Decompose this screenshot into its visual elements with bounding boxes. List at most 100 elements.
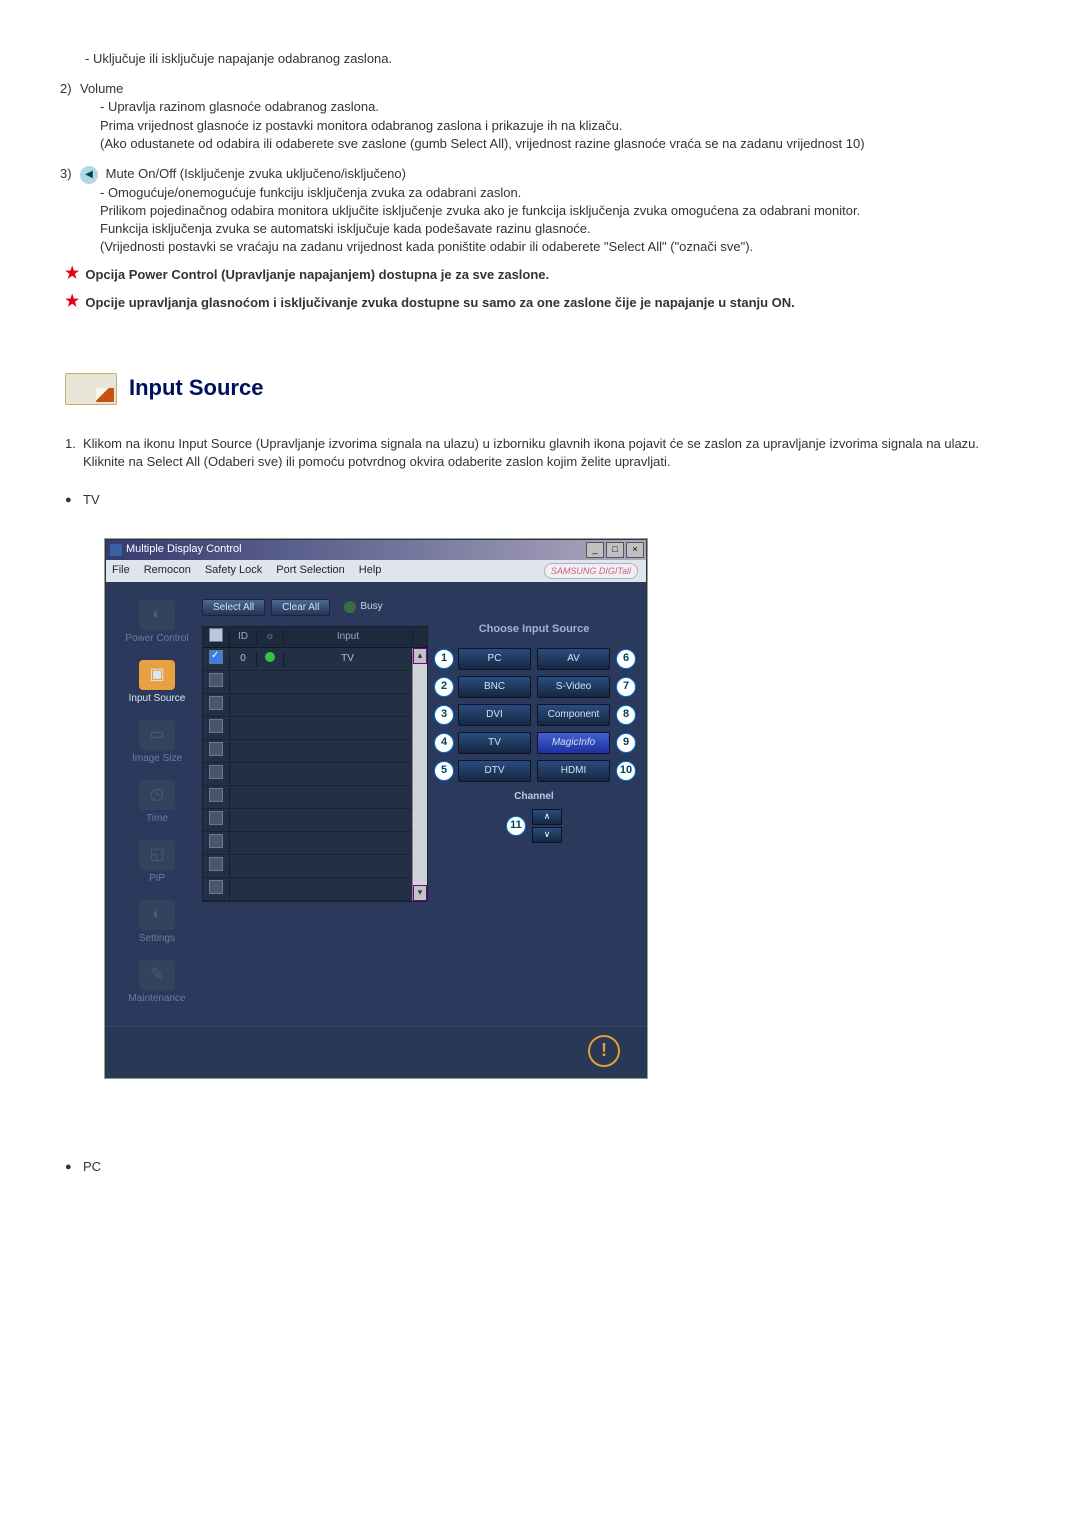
star2-text: Opcije upravljanja glasnoćom i isključiv… (85, 294, 794, 312)
input-dtv-button[interactable]: DTV (458, 760, 531, 782)
sidebar-item-settings[interactable]: ◐Settings (118, 896, 196, 952)
badge-4: 4 (434, 733, 454, 753)
row-checkbox[interactable] (209, 857, 223, 871)
item2-line1: Prima vrijednost glasnoće iz postavki mo… (80, 117, 1015, 135)
menu-safety-lock[interactable]: Safety Lock (205, 563, 262, 578)
row-checkbox[interactable] (209, 788, 223, 802)
badge-9: 9 (616, 733, 636, 753)
input-source-section-icon (65, 373, 117, 405)
row-checkbox[interactable] (209, 673, 223, 687)
app-menubar: File Remocon Safety Lock Port Selection … (106, 560, 646, 582)
sidebar-item-input-source[interactable]: ▣Input Source (118, 656, 196, 712)
section-title: Input Source (129, 373, 263, 404)
badge-8: 8 (616, 705, 636, 725)
select-all-button[interactable]: Select All (202, 599, 265, 616)
maximize-button[interactable]: □ (606, 542, 624, 558)
header-power-icon: ☼ (257, 630, 284, 644)
num-3: 3) (60, 165, 80, 256)
close-button[interactable]: × (626, 542, 644, 558)
table-row[interactable] (203, 855, 412, 878)
table-scrollbar[interactable]: ▴ ▾ (412, 648, 427, 901)
sidebar-item-pip[interactable]: ◱PIP (118, 836, 196, 892)
badge-1: 1 (434, 649, 454, 669)
bullet-tv: TV (83, 491, 100, 509)
brand-logo: SAMSUNG DIGITall (544, 563, 638, 580)
table-row[interactable] (203, 878, 412, 901)
star-icon: ★ (65, 294, 79, 312)
sidebar-item-maintenance[interactable]: ✎Maintenance (118, 956, 196, 1012)
row-checkbox[interactable] (209, 719, 223, 733)
badge-6: 6 (616, 649, 636, 669)
input-tv-button[interactable]: TV (458, 732, 531, 754)
app-window: Multiple Display Control _ □ × File Remo… (105, 539, 647, 1078)
row-checkbox[interactable] (209, 880, 223, 894)
table-row[interactable] (203, 671, 412, 694)
clear-all-button[interactable]: Clear All (271, 599, 330, 616)
table-row[interactable] (203, 763, 412, 786)
badge-11: 11 (506, 816, 526, 836)
badge-10: 10 (616, 761, 636, 781)
table-row[interactable] (203, 694, 412, 717)
channel-down-button[interactable]: ∨ (532, 827, 562, 843)
badge-3: 3 (434, 705, 454, 725)
table-row[interactable] (203, 740, 412, 763)
item3-line2: Funkcija isključenja zvuka se automatski… (80, 220, 1015, 238)
row-checkbox[interactable] (209, 811, 223, 825)
row-checkbox[interactable] (209, 650, 223, 664)
app-icon (110, 544, 122, 556)
sidebar-item-power-control[interactable]: ◐Power Control (118, 596, 196, 652)
input-component-button[interactable]: Component (537, 704, 610, 726)
item3-line3: (Vrijednosti postavki se vraćaju na zada… (80, 238, 1015, 256)
table-row[interactable] (203, 717, 412, 740)
input-hdmi-button[interactable]: HDMI (537, 760, 610, 782)
row-checkbox[interactable] (209, 834, 223, 848)
display-table: ID ☼ Input 0 TV (202, 626, 428, 902)
input-bnc-button[interactable]: BNC (458, 676, 531, 698)
step1-b: Kliknite na Select All (Odaberi sve) ili… (83, 453, 1015, 471)
num-2: 2) (60, 80, 80, 153)
menu-port-selection[interactable]: Port Selection (276, 563, 344, 578)
sidebar-item-time[interactable]: ◷Time (118, 776, 196, 832)
row-checkbox[interactable] (209, 696, 223, 710)
item2-line0: - Upravlja razinom glasnoće odabranog za… (80, 98, 1015, 116)
input-av-button[interactable]: AV (537, 648, 610, 670)
channel-label: Channel (434, 790, 634, 804)
row-input: TV (284, 652, 412, 666)
table-row[interactable] (203, 832, 412, 855)
item3-line1: Prilikom pojedinačnog odabira monitora u… (80, 202, 1015, 220)
app-footer: ! (106, 1026, 646, 1077)
item2-line2: (Ako odustanete od odabira ili odaberete… (80, 135, 1015, 153)
scroll-up-icon[interactable]: ▴ (413, 648, 427, 664)
step1-a: Klikom na ikonu Input Source (Upravljanj… (83, 435, 1015, 453)
power-on-icon (265, 652, 275, 662)
busy-indicator-icon (344, 601, 356, 613)
row-checkbox[interactable] (209, 765, 223, 779)
input-magicinfo-button[interactable]: MagicInfo (537, 732, 610, 754)
window-title: Multiple Display Control (126, 542, 242, 557)
header-checkbox[interactable] (209, 628, 223, 642)
badge-2: 2 (434, 677, 454, 697)
input-pc-button[interactable]: PC (458, 648, 531, 670)
menu-help[interactable]: Help (359, 563, 382, 578)
menu-file[interactable]: File (112, 563, 130, 578)
bullet-icon: ● (65, 491, 83, 509)
row-checkbox[interactable] (209, 742, 223, 756)
minimize-button[interactable]: _ (586, 542, 604, 558)
header-id: ID (230, 630, 257, 644)
sidebar-item-image-size[interactable]: ▭Image Size (118, 716, 196, 772)
star1-text: Opcija Power Control (Upravljanje napaja… (85, 266, 549, 284)
menu-remocon[interactable]: Remocon (144, 563, 191, 578)
channel-up-button[interactable]: ∧ (532, 809, 562, 825)
table-row[interactable] (203, 786, 412, 809)
row-id: 0 (230, 652, 257, 666)
input-svideo-button[interactable]: S-Video (537, 676, 610, 698)
scroll-down-icon[interactable]: ▾ (413, 885, 427, 901)
table-row[interactable]: 0 TV (203, 648, 412, 671)
info-icon[interactable]: ! (588, 1035, 620, 1067)
input-dvi-button[interactable]: DVI (458, 704, 531, 726)
item3-line0: - Omogućuje/onemogućuje funkciju isključ… (80, 184, 1015, 202)
header-input: Input (284, 630, 413, 644)
badge-7: 7 (616, 677, 636, 697)
table-row[interactable] (203, 809, 412, 832)
badge-5: 5 (434, 761, 454, 781)
